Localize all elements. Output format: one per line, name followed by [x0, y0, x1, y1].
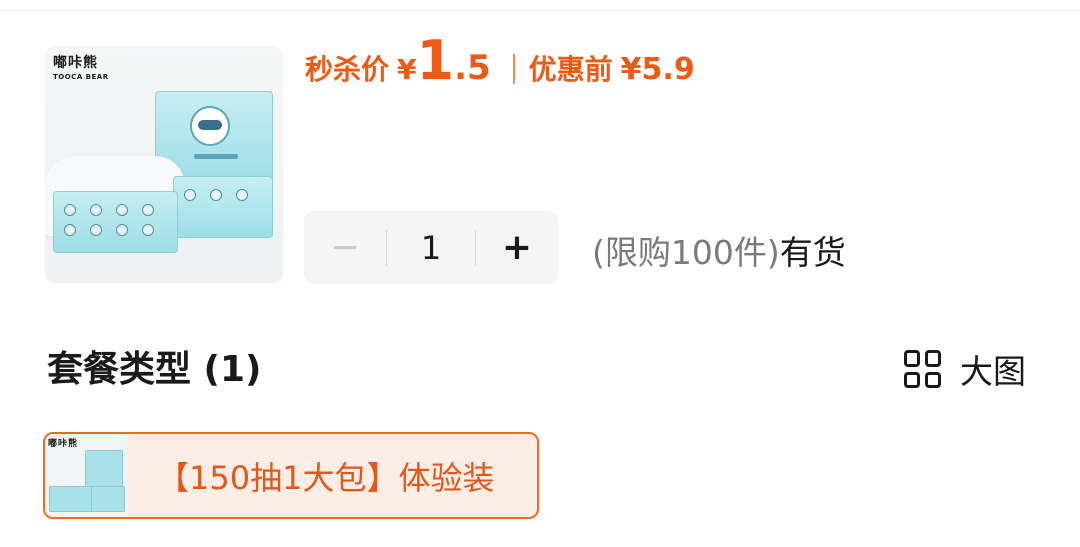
option-thumbnail: 嘟咔熊 — [45, 434, 127, 517]
product-box-right — [173, 176, 273, 238]
large-image-toggle[interactable]: 大图 — [904, 345, 1026, 393]
price-row: 秒杀价 ¥ 1 .5 优惠前 ¥5.9 — [305, 34, 695, 104]
view-label: 大图 — [960, 352, 1026, 391]
flash-price-integer: 1 — [416, 29, 455, 92]
original-price: ¥5.9 — [620, 52, 695, 87]
flash-price-label: 秒杀价 — [305, 53, 390, 86]
price-divider — [512, 54, 515, 84]
decrease-button[interactable]: − — [304, 211, 386, 284]
original-price-label: 优惠前 — [528, 53, 613, 86]
grid-view-icon — [904, 350, 942, 388]
stock-info: (限购100件)有货 — [592, 226, 846, 274]
product-thumbnail[interactable]: 嘟咔熊 TOOCA BEAR — [45, 46, 283, 283]
quantity-value[interactable]: 1 — [387, 229, 475, 267]
quantity-stepper: − 1 + — [304, 211, 558, 284]
flash-price-decimal: .5 — [454, 48, 491, 88]
currency-symbol: ¥ — [397, 53, 417, 86]
increase-button[interactable]: + — [476, 211, 558, 284]
top-divider — [0, 10, 1080, 11]
purchase-limit: (限购100件) — [592, 233, 780, 272]
product-box-front — [53, 191, 178, 253]
package-option[interactable]: 嘟咔熊 【150抽1大包】体验装 — [43, 432, 539, 519]
package-type-title: 套餐类型 (1) — [47, 349, 262, 390]
brand-logo: 嘟咔熊 TOOCA BEAR — [53, 55, 109, 81]
stock-status: 有货 — [779, 233, 846, 272]
option-label: 【150抽1大包】体验装 — [157, 458, 495, 497]
